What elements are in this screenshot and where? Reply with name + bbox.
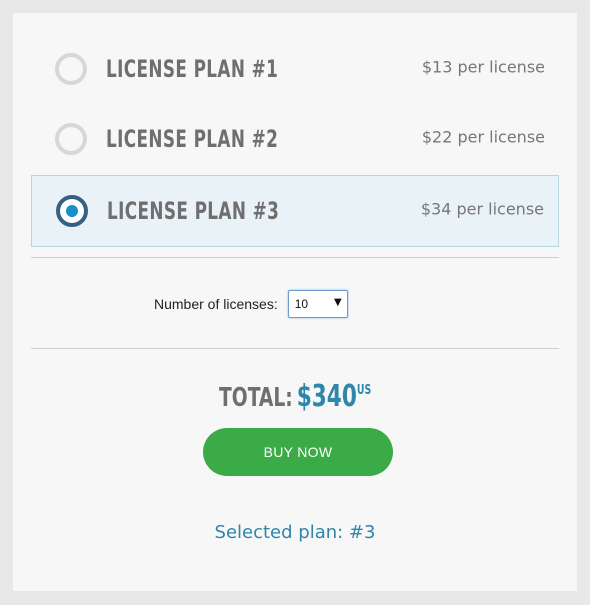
licenses-select-value: 10: [294, 297, 309, 311]
total-amount: $340: [296, 379, 357, 414]
radio-unchecked-icon[interactable]: [55, 53, 87, 85]
divider: [31, 348, 559, 349]
plan-price: $13 per license: [421, 57, 545, 77]
selected-plan-text: Selected plan: #3: [214, 522, 376, 543]
plan-name: LICENSE PLAN #3: [107, 197, 280, 225]
total-label: TOTAL:: [218, 383, 293, 413]
licenses-select[interactable]: 10 ▼: [287, 290, 348, 318]
buy-now-button[interactable]: BUY NOW: [203, 428, 393, 476]
plan-name: LICENSE PLAN #1: [106, 55, 279, 83]
plan-option-2[interactable]: LICENSE PLAN #2 $22 per license: [31, 103, 559, 175]
licenses-label: Number of licenses:: [154, 296, 278, 312]
plan-option-3[interactable]: LICENSE PLAN #3 $34 per license: [31, 175, 559, 247]
plan-name: LICENSE PLAN #2: [106, 125, 279, 153]
divider: [31, 257, 559, 258]
radio-checked-icon[interactable]: [56, 195, 88, 227]
plan-option-1[interactable]: LICENSE PLAN #1 $13 per license: [31, 33, 559, 105]
license-card: LICENSE PLAN #1 $13 per license LICENSE …: [13, 13, 577, 591]
total: TOTAL: $340US: [13, 379, 577, 414]
total-currency: US: [356, 383, 372, 398]
radio-unchecked-icon[interactable]: [55, 123, 87, 155]
licenses-row: Number of licenses: 10 ▼: [154, 290, 348, 318]
dropdown-arrow-icon: ▼: [334, 297, 342, 308]
plan-price: $22 per license: [421, 127, 545, 147]
plan-price: $34 per license: [420, 199, 544, 219]
